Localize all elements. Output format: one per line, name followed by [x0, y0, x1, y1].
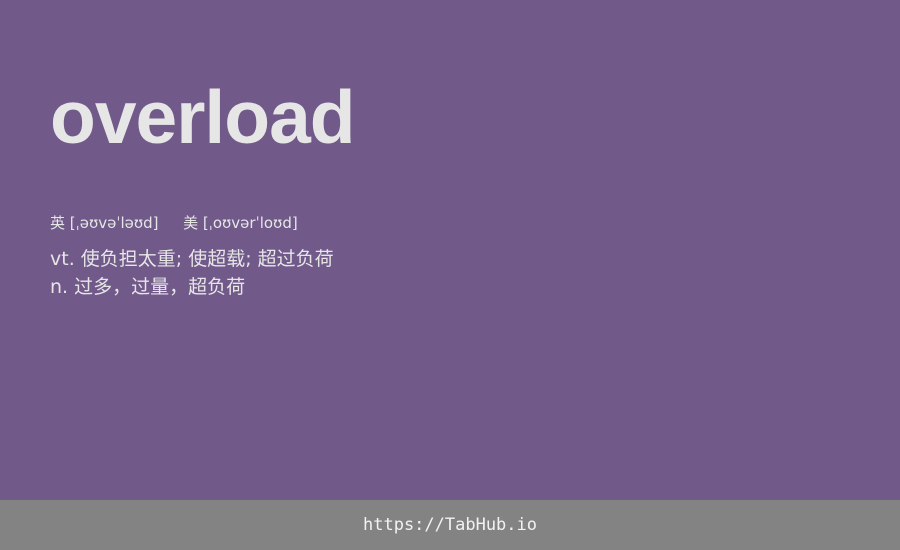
- uk-pronunciation: [ˌəʊvəˈləʊd]: [69, 214, 159, 232]
- word-card: overload 英 [ˌəʊvəˈləʊd] 美 [ˌoʊvərˈloʊd] …: [0, 0, 900, 550]
- us-label: 美: [183, 214, 199, 232]
- phonetics: 英 [ˌəʊvəˈləʊd] 美 [ˌoʊvərˈloʊd]: [50, 212, 298, 234]
- uk-label: 英: [50, 214, 66, 232]
- tabhub-link[interactable]: https://TabHub.io: [363, 515, 537, 535]
- headword: overload: [50, 75, 356, 159]
- definitions: vt. 使负担太重; 使超载; 超过负荷 n. 过多，过量，超负荷: [50, 245, 334, 301]
- us-pronunciation: [ˌoʊvərˈloʊd]: [202, 214, 298, 232]
- definition-noun: n. 过多，过量，超负荷: [50, 276, 246, 298]
- definition-verb: vt. 使负担太重; 使超载; 超过负荷: [50, 248, 334, 270]
- footer-bar: https://TabHub.io: [0, 500, 900, 550]
